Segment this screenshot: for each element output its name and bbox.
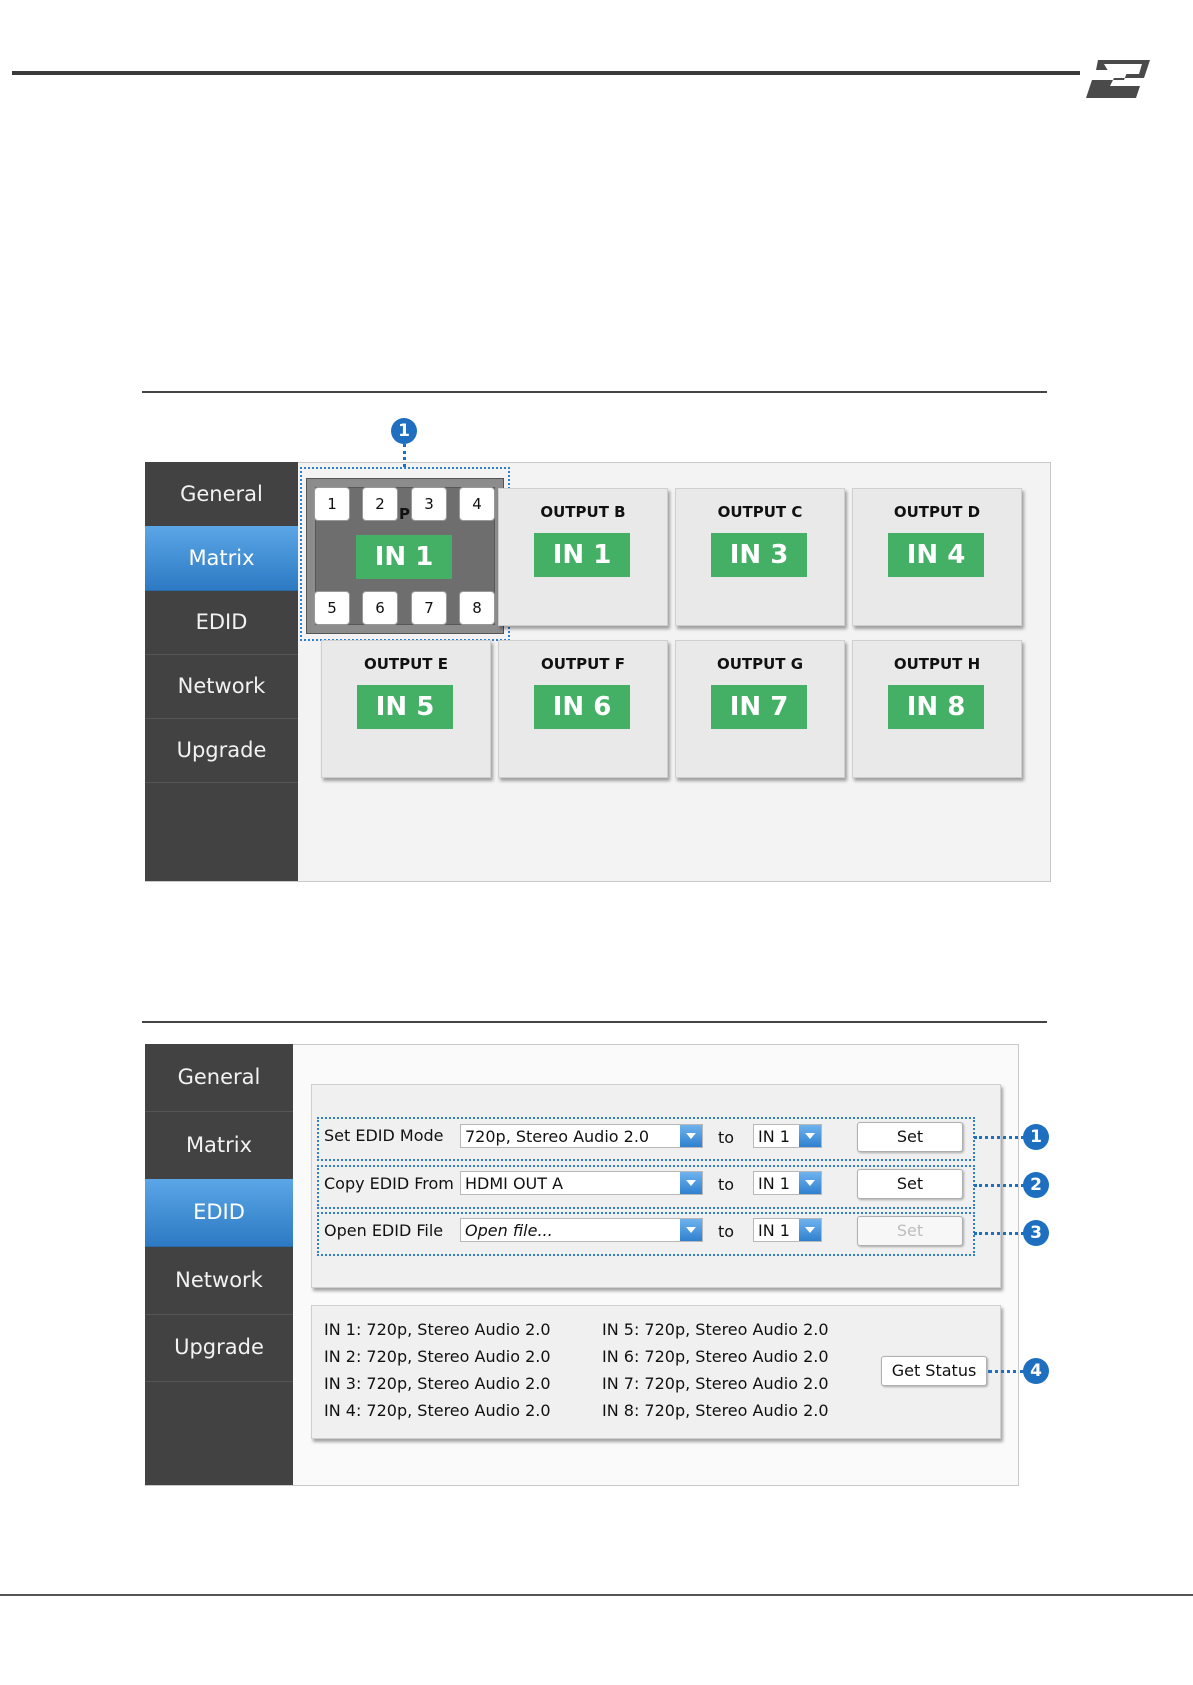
output-g-tile[interactable]: OUTPUT G IN 7 <box>675 640 845 778</box>
open-file-value: Open file... <box>465 1221 553 1240</box>
output-g-title: OUTPUT G <box>716 655 804 673</box>
edid-mode-select[interactable]: 720p, Stereo Audio 2.0 <box>460 1124 703 1148</box>
to-label: to <box>718 1222 735 1241</box>
chevron-down-icon[interactable] <box>680 1125 702 1147</box>
output-e-title: OUTPUT E <box>363 655 449 673</box>
output-d-value: IN 4 <box>888 533 984 577</box>
output-g-value: IN 7 <box>711 685 807 729</box>
status-in6: IN 6: 720p, Stereo Audio 2.0 <box>602 1347 829 1366</box>
to-label: to <box>718 1175 735 1194</box>
output-f-value: IN 6 <box>534 685 630 729</box>
status-in1: IN 1: 720p, Stereo Audio 2.0 <box>324 1320 551 1339</box>
status-in3: IN 3: 720p, Stereo Audio 2.0 <box>324 1374 551 1393</box>
target-input-select-2[interactable]: IN 1 <box>753 1171 822 1195</box>
output-e-value: IN 5 <box>357 685 453 729</box>
output-h-value: IN 8 <box>888 685 984 729</box>
target-input-value-2: IN 1 <box>758 1174 790 1193</box>
to-label: to <box>718 1128 735 1147</box>
edid-mode-value: 720p, Stereo Audio 2.0 <box>465 1127 650 1146</box>
status-in7: IN 7: 720p, Stereo Audio 2.0 <box>602 1374 829 1393</box>
output-c-title: OUTPUT C <box>717 503 803 521</box>
callout-3-leader <box>974 1232 1024 1235</box>
header-rule <box>12 71 1080 75</box>
status-in2: IN 2: 720p, Stereo Audio 2.0 <box>324 1347 551 1366</box>
output-f-tile[interactable]: OUTPUT F IN 6 <box>498 640 668 778</box>
edid-sidebar: General Matrix EDID Network Upgrade <box>145 1044 293 1485</box>
target-input-select-1[interactable]: IN 1 <box>753 1124 822 1148</box>
callout-2-leader <box>974 1184 1024 1187</box>
output-f-title: OUTPUT F <box>540 655 626 673</box>
callout-4: 4 <box>1023 1358 1049 1384</box>
callout-3: 3 <box>1023 1220 1049 1246</box>
output-e-tile[interactable]: OUTPUT E IN 5 <box>321 640 491 778</box>
copy-source-select[interactable]: HDMI OUT A <box>460 1171 703 1195</box>
set-edid-mode-label: Set EDID Mode <box>324 1126 444 1145</box>
open-edid-file-label: Open EDID File <box>324 1221 444 1240</box>
callout-1-highlight <box>300 467 510 641</box>
target-input-value-1: IN 1 <box>758 1127 790 1146</box>
nav-matrix[interactable]: Matrix <box>145 1111 293 1180</box>
section-rule-matrix <box>142 391 1047 393</box>
output-h-tile[interactable]: OUTPUT H IN 8 <box>852 640 1022 778</box>
chevron-down-icon[interactable] <box>680 1219 702 1241</box>
output-d-tile[interactable]: OUTPUT D IN 4 <box>852 488 1022 626</box>
chevron-down-icon[interactable] <box>799 1125 821 1147</box>
chevron-down-icon[interactable] <box>680 1172 702 1194</box>
section-rule-edid <box>142 1021 1047 1023</box>
status-in5: IN 5: 720p, Stereo Audio 2.0 <box>602 1320 829 1339</box>
copy-source-value: HDMI OUT A <box>465 1174 564 1193</box>
nav-upgrade[interactable]: Upgrade <box>145 718 298 783</box>
output-b-tile[interactable]: OUTPUT B IN 1 <box>498 488 668 626</box>
open-file-select[interactable]: Open file... <box>460 1218 703 1242</box>
get-status-button[interactable]: Get Status <box>881 1356 987 1386</box>
callout-4-leader <box>988 1370 1024 1373</box>
callout-1-leader <box>403 444 406 467</box>
open-file-set-button[interactable]: Set <box>857 1216 963 1246</box>
output-b-value: IN 1 <box>534 533 630 577</box>
output-b-title: OUTPUT B <box>540 503 626 521</box>
status-in8: IN 8: 720p, Stereo Audio 2.0 <box>602 1401 829 1420</box>
output-c-tile[interactable]: OUTPUT C IN 3 <box>675 488 845 626</box>
copy-edid-from-label: Copy EDID From <box>324 1174 454 1193</box>
callout-2: 2 <box>1023 1172 1049 1198</box>
nav-network[interactable]: Network <box>145 654 298 719</box>
matrix-sidebar: General Matrix EDID Network Upgrade <box>145 462 298 881</box>
nav-edid[interactable]: EDID <box>145 1179 293 1247</box>
footer-rule <box>0 1594 1193 1596</box>
nav-general[interactable]: General <box>145 1044 293 1112</box>
callout-1-row-leader <box>974 1136 1024 1139</box>
nav-matrix[interactable]: Matrix <box>145 526 298 591</box>
output-c-value: IN 3 <box>711 533 807 577</box>
nav-network[interactable]: Network <box>145 1246 293 1315</box>
output-h-title: OUTPUT H <box>893 655 981 673</box>
target-input-select-3[interactable]: IN 1 <box>753 1218 822 1242</box>
callout-1-edid: 1 <box>1023 1124 1049 1150</box>
nav-general[interactable]: General <box>145 462 298 527</box>
output-d-title: OUTPUT D <box>893 503 981 521</box>
status-in4: IN 4: 720p, Stereo Audio 2.0 <box>324 1401 551 1420</box>
set-edid-mode-button[interactable]: Set <box>857 1122 963 1152</box>
brand-logo-icon <box>1086 60 1150 98</box>
nav-upgrade[interactable]: Upgrade <box>145 1314 293 1382</box>
callout-1: 1 <box>391 418 417 444</box>
chevron-down-icon[interactable] <box>799 1219 821 1241</box>
nav-edid[interactable]: EDID <box>145 590 298 655</box>
chevron-down-icon[interactable] <box>799 1172 821 1194</box>
target-input-value-3: IN 1 <box>758 1221 790 1240</box>
copy-edid-set-button[interactable]: Set <box>857 1169 963 1199</box>
